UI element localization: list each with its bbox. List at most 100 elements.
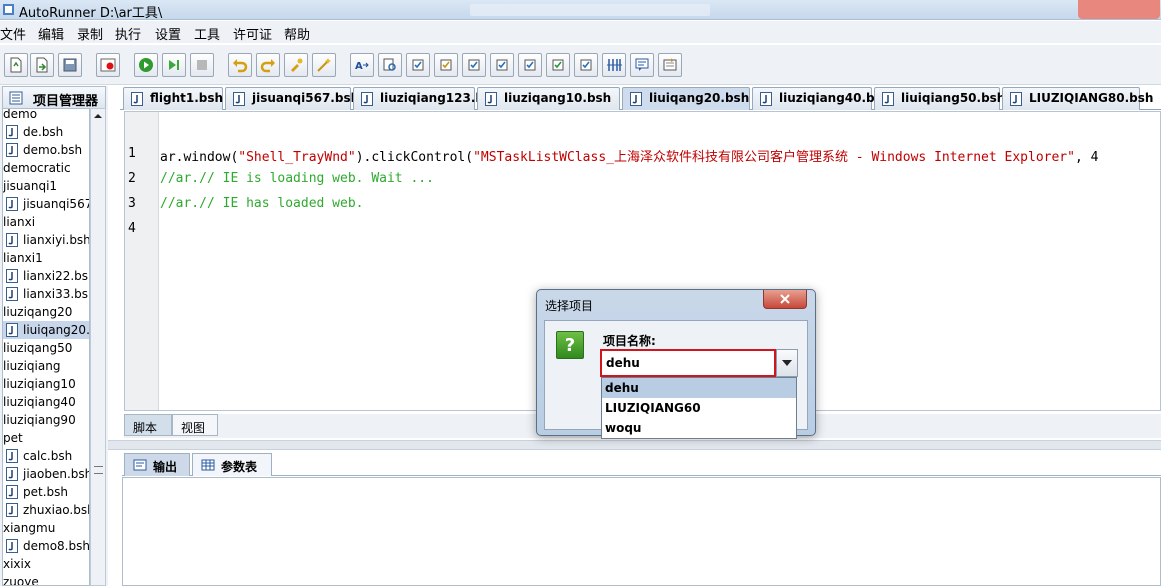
tree-folder[interactable]: xixix — [3, 555, 89, 573]
menu-edit[interactable]: 编辑 — [38, 24, 64, 43]
export-button[interactable] — [30, 53, 54, 77]
tree-folder[interactable]: liuziqiang40 — [3, 393, 89, 411]
tree-file[interactable]: calc.bsh — [3, 447, 89, 465]
check-1-button[interactable] — [406, 53, 430, 77]
check-5-button[interactable] — [518, 53, 542, 77]
menu-help[interactable]: 帮助 — [284, 24, 310, 43]
close-icon — [780, 294, 790, 304]
script-file-icon — [6, 269, 18, 283]
menu-license[interactable]: 许可证 — [233, 24, 272, 43]
tab-output[interactable]: 输出 — [124, 453, 190, 476]
menu-settings[interactable]: 设置 — [155, 24, 181, 43]
check-4-button[interactable] — [490, 53, 514, 77]
menu-tools[interactable]: 工具 — [194, 24, 220, 43]
editor-tab[interactable]: liuiqiang50.bsh — [874, 87, 1005, 110]
scroll-grip[interactable] — [94, 466, 103, 474]
tree-file[interactable]: lianxiyi.bsh — [3, 231, 89, 249]
tree-file[interactable]: jisuanqi567. — [3, 195, 90, 213]
combobox-dropdown-button[interactable] — [776, 349, 798, 377]
line-number: 2 — [128, 171, 136, 186]
tree-folder[interactable]: zuoye — [3, 573, 89, 585]
tree-file[interactable]: jiaoben.bsh — [3, 465, 90, 483]
run-button[interactable] — [134, 53, 158, 77]
tree-folder[interactable]: xiangmu — [3, 519, 89, 537]
editor-tab[interactable]: jisuanqi567.bsh — [225, 87, 359, 110]
tree-folder[interactable]: liuziqang50 — [3, 339, 89, 357]
redo-button[interactable] — [256, 53, 280, 77]
plugin-button[interactable] — [284, 53, 308, 77]
tree-folder[interactable]: jisuanqi1 — [3, 177, 89, 195]
script-file-icon — [6, 233, 18, 247]
settings-button[interactable] — [658, 53, 682, 77]
tree-file[interactable]: zhuxiao.bsh — [3, 501, 90, 519]
tree-item-label: jiaoben.bsh — [23, 467, 90, 481]
tree-file[interactable]: liuiqang20.b — [3, 321, 89, 339]
tree-folder[interactable]: pet — [3, 429, 89, 447]
tree-folder[interactable]: demo — [3, 109, 89, 123]
dialog-close-button[interactable] — [763, 290, 807, 309]
columns-button[interactable] — [602, 53, 626, 77]
scroll-up-arrow-icon[interactable] — [92, 110, 104, 122]
tree-file[interactable]: demo.bsh — [3, 141, 89, 159]
editor-tab[interactable]: flight1.bsh — [123, 87, 223, 110]
editor-tab[interactable]: liuziqiang40.bsh — [752, 87, 890, 110]
tree-item-label: zhuxiao.bsh — [23, 503, 90, 517]
plugin-icon — [291, 58, 303, 72]
record-button[interactable] — [96, 53, 120, 77]
tree-folder[interactable]: liuziqiang — [3, 357, 89, 375]
tree-file[interactable]: lianxi33.bsh — [3, 285, 89, 303]
dropdown-option[interactable]: dehu — [602, 378, 796, 398]
project-manager-tab[interactable]: 项目管理器 — [2, 86, 106, 109]
tab-script[interactable]: 脚本 — [124, 414, 172, 436]
tree-item-label: liuziqang50 — [3, 341, 73, 355]
tree-file[interactable]: de.bsh — [3, 123, 89, 141]
check-6-button[interactable] — [546, 53, 570, 77]
tab-output-label: 输出 — [153, 460, 178, 474]
editor-tab[interactable]: liuiqang20.bsh — [622, 87, 750, 110]
line-number: 4 — [128, 221, 136, 236]
menu-record[interactable]: 录制 — [77, 24, 103, 43]
project-name-combobox-input[interactable] — [600, 349, 776, 377]
dropdown-option-label: dehu — [605, 381, 639, 395]
tree-folder[interactable]: lianxi — [3, 213, 89, 231]
undo-button[interactable] — [228, 53, 252, 77]
tree-folder[interactable]: lianxi1 — [3, 249, 89, 267]
check-1-icon — [412, 59, 424, 71]
tree-item-label: jisuanqi567. — [23, 197, 90, 211]
save-button[interactable] — [58, 53, 82, 77]
new-file-button[interactable] — [4, 53, 28, 77]
comment-button[interactable] — [630, 53, 654, 77]
panel-splitter[interactable] — [108, 440, 1161, 450]
tree-scrollbar[interactable] — [90, 108, 106, 586]
tree-folder[interactable]: liuziqiang10 — [3, 375, 89, 393]
menu-execute[interactable]: 执行 — [115, 24, 141, 43]
tab-params[interactable]: 参数表 — [192, 453, 272, 476]
editor-tab[interactable]: LIUZIQIANG80.bsh — [1002, 87, 1153, 110]
editor-tab[interactable]: liuziqang10.bsh — [477, 87, 620, 110]
stop-icon — [197, 60, 207, 70]
check-7-button[interactable] — [574, 53, 598, 77]
tab-view[interactable]: 视图 — [172, 414, 218, 436]
magic-button[interactable] — [312, 53, 336, 77]
tree-file[interactable]: pet.bsh — [3, 483, 89, 501]
tree-file[interactable]: demo8.bsh — [3, 537, 90, 555]
run-step-button[interactable] — [162, 53, 186, 77]
columns-icon — [607, 59, 622, 71]
tree-folder[interactable]: democratic — [3, 159, 89, 177]
tree-item-label: liuziqiang10 — [3, 377, 76, 391]
check-2-button[interactable] — [434, 53, 458, 77]
text-replace-button[interactable]: A — [350, 53, 374, 77]
window-close-button[interactable] — [1078, 0, 1160, 19]
check-3-button[interactable] — [462, 53, 486, 77]
tree-item-label: demo8.bsh — [23, 539, 90, 553]
object-find-button[interactable] — [378, 53, 402, 77]
tree-folder[interactable]: liuziqiang90 — [3, 411, 89, 429]
output-console[interactable] — [122, 477, 1161, 586]
stop-button[interactable] — [190, 53, 214, 77]
tree-file[interactable]: lianxi22.bsh — [3, 267, 89, 285]
menu-file[interactable]: 文件 — [0, 24, 26, 43]
dropdown-option[interactable]: woqu — [602, 418, 796, 438]
dropdown-option[interactable]: LIUZIQIANG60 — [602, 398, 796, 418]
editor-tab[interactable]: liuziqiang123.bsh — [353, 87, 500, 110]
tree-folder[interactable]: liuziqang20 — [3, 303, 89, 321]
